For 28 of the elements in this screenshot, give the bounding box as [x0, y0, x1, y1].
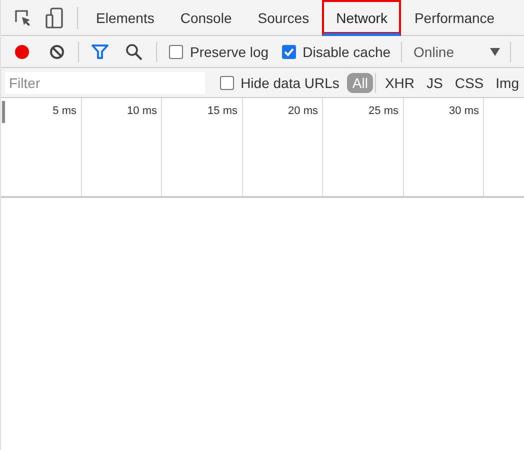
inspect-icon[interactable] — [13, 8, 33, 28]
disable-cache-checkbox[interactable]: Disable cache — [282, 44, 391, 60]
search-icon[interactable] — [125, 42, 143, 60]
time-tick-label: 25 ms — [368, 105, 398, 117]
clear-icon[interactable] — [49, 44, 65, 60]
record-icon[interactable] — [14, 44, 30, 60]
time-tick-label: 15 ms — [208, 105, 238, 117]
tab[interactable]: Console — [167, 0, 245, 36]
throttling-dropdown[interactable]: Online — [402, 44, 502, 60]
time-tick-label: 5 ms — [52, 105, 76, 117]
device-icon[interactable] — [45, 6, 65, 28]
type-filter[interactable]: XHR — [380, 72, 420, 92]
preserve-log-checkbox[interactable]: Preserve log — [169, 44, 269, 60]
type-filter[interactable]: JS — [422, 72, 448, 92]
tab[interactable]: Elements — [83, 0, 168, 36]
time-tick-label: 20 ms — [288, 105, 318, 117]
check-icon — [282, 46, 295, 58]
type-filter[interactable]: CSS — [450, 72, 489, 92]
time-tick-label: 10 ms — [127, 105, 157, 117]
time-tick-label: 30 ms — [449, 105, 479, 117]
filter-icon[interactable] — [91, 44, 109, 60]
tab[interactable]: Sources — [244, 0, 322, 36]
hide-data-urls-checkbox[interactable]: Hide data URLs — [220, 74, 340, 90]
tab[interactable]: Performance — [401, 0, 508, 36]
range-handle[interactable] — [2, 101, 5, 123]
caret-icon — [490, 48, 500, 56]
filter-field[interactable]: Filter — [5, 72, 205, 94]
type-filter[interactable]: Img — [490, 72, 524, 92]
